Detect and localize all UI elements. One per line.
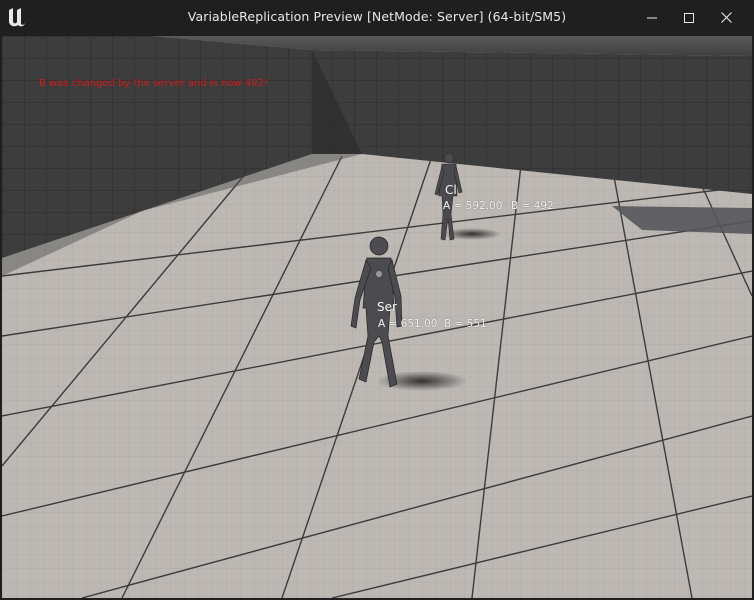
editor-preview-window: VariableReplication Preview [NetMode: Se… (0, 0, 754, 600)
game-viewport[interactable]: B was changed by the server and is now 4… (2, 36, 752, 598)
close-button[interactable] (706, 0, 750, 36)
server-a-value: A = 651.00 (378, 318, 438, 330)
client-b-value: B = 492 (511, 200, 554, 212)
level-scene (2, 36, 752, 598)
maximize-icon (684, 13, 694, 23)
client-a-value: A = 592.00 (443, 200, 503, 212)
close-icon (721, 12, 732, 23)
client-name-label: Cl (445, 183, 457, 197)
debug-message: B was changed by the server and is now 4… (39, 78, 268, 89)
server-b-value: B = 551 (444, 318, 487, 330)
server-name-label: Ser (377, 300, 397, 314)
title-bar[interactable]: VariableReplication Preview [NetMode: Se… (0, 0, 754, 36)
minimize-icon (647, 17, 657, 19)
